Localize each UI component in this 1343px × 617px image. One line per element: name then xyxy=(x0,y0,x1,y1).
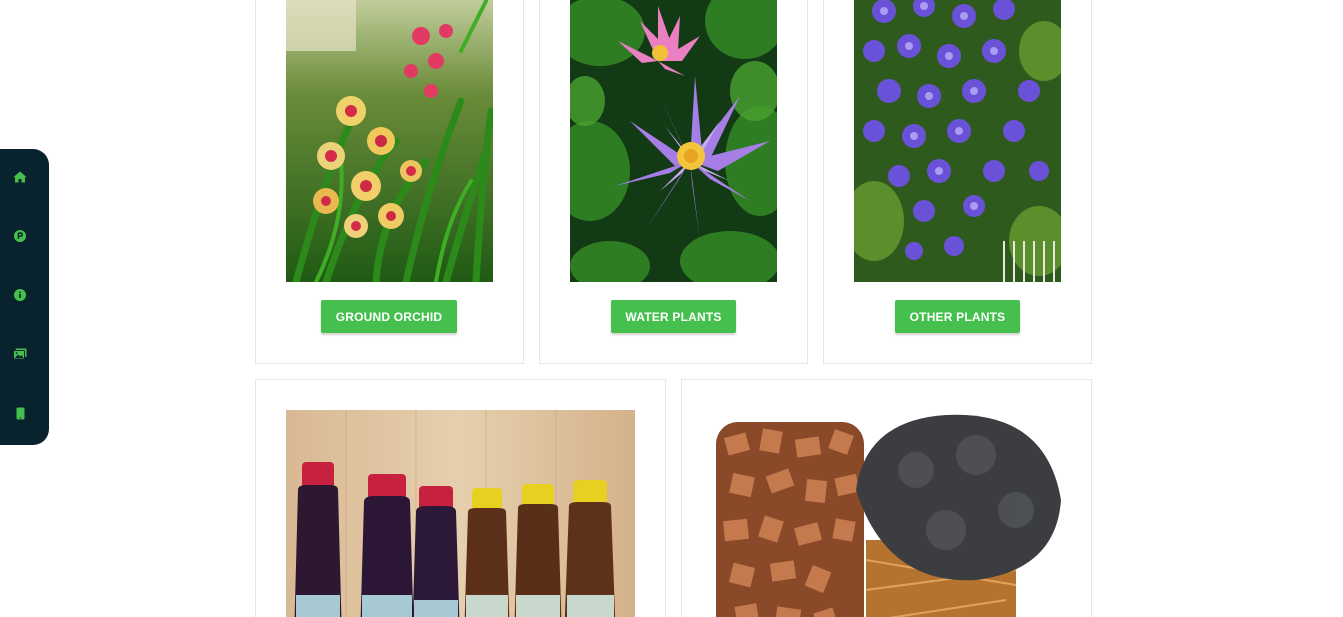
side-navigation xyxy=(0,149,49,445)
nav-home[interactable] xyxy=(11,168,29,186)
category-card-water-plants: WATER PLANTS xyxy=(539,0,808,364)
gallery-icon xyxy=(13,348,27,360)
page: GROUND ORCHID WATER PLANTS OTHER PLANTS xyxy=(0,0,1343,617)
nav-contact[interactable] xyxy=(11,404,29,422)
water-lily-photo xyxy=(570,0,777,282)
purple-vine-photo xyxy=(854,0,1061,282)
coco-chips-and-peat-photo xyxy=(716,410,1061,617)
nav-products[interactable] xyxy=(11,227,29,245)
other-plants-button[interactable]: OTHER PLANTS xyxy=(895,300,1020,333)
category-card-other-plants: OTHER PLANTS xyxy=(823,0,1092,364)
parking-circle-icon xyxy=(14,230,26,242)
category-card-ground-orchid: GROUND ORCHID xyxy=(255,0,524,364)
water-plants-button[interactable]: WATER PLANTS xyxy=(611,300,736,333)
mobile-phone-icon xyxy=(16,407,24,419)
info-circle-icon xyxy=(14,289,26,301)
liquid-fertilizer-bottles-photo xyxy=(286,410,635,617)
nav-about[interactable] xyxy=(11,286,29,304)
product-card-growing-media xyxy=(681,379,1092,617)
ground-orchid-button[interactable]: GROUND ORCHID xyxy=(321,300,457,333)
orchid-photo xyxy=(286,0,493,282)
nav-gallery[interactable] xyxy=(11,345,29,363)
home-icon xyxy=(13,171,27,183)
product-card-liquid-fertilizer xyxy=(255,379,666,617)
